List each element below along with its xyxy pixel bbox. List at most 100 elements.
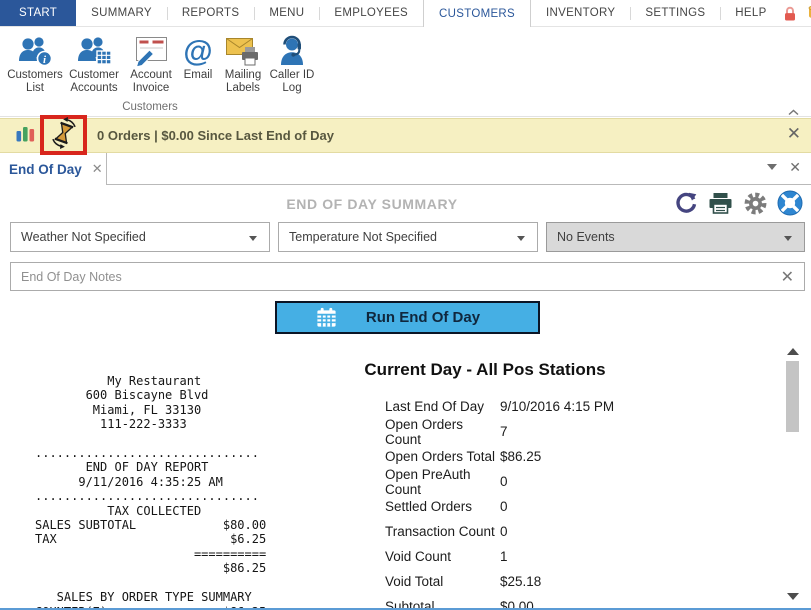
end-of-day-notes-input[interactable] (11, 263, 804, 290)
customers-list-icon: i (17, 33, 53, 69)
menu-menu[interactable]: MENU (254, 0, 319, 26)
stat-label: Open Orders Total (385, 449, 500, 464)
stat-label: Transaction Count (385, 524, 500, 539)
tabstrip-divider (107, 184, 811, 185)
temperature-dropdown-value: Temperature Not Specified (289, 230, 437, 244)
stat-label: Open PreAuth Count (385, 467, 500, 497)
events-dropdown-value: No Events (557, 230, 615, 244)
notification-message: 0 Orders | $0.00 Since Last End of Day (97, 128, 334, 143)
menu-summary[interactable]: SUMMARY (76, 0, 167, 26)
account-invoice-button[interactable]: Account Invoice (126, 31, 176, 95)
stat-row: Void Count1 (385, 544, 775, 569)
print-icon[interactable] (707, 191, 734, 215)
bar-chart-icon (16, 124, 35, 147)
ribbon-button-label: Email (184, 69, 213, 82)
mailing-labels-icon (225, 33, 261, 69)
run-button-label: Run End Of Day (338, 309, 508, 326)
stat-label: Subtotal (385, 599, 500, 610)
document-tabstrip: End Of Day ✕ ✕ (0, 153, 811, 185)
help-icon[interactable] (777, 190, 803, 216)
weather-dropdown-value: Weather Not Specified (21, 230, 146, 244)
run-end-of-day-button[interactable]: Run End Of Day (275, 301, 540, 334)
summary-toolbar (674, 190, 803, 216)
tabstrip-controls: ✕ (767, 162, 801, 172)
ribbon-button-label: Mailing Labels (220, 69, 266, 95)
stat-row: Open Orders Total$86.25 (385, 444, 775, 469)
customer-accounts-icon (76, 33, 112, 69)
stat-label: Settled Orders (385, 499, 500, 514)
orders-notification-bar: 0 Orders | $0.00 Since Last End of Day ✕ (0, 118, 811, 153)
stat-value: $0.00 (500, 599, 534, 610)
pos-application-window: START SUMMARY REPORTS MENU EMPLOYEES CUS… (0, 0, 811, 610)
tab-list-dropdown-icon[interactable] (767, 164, 777, 170)
tabstrip-close-icon[interactable]: ✕ (789, 162, 801, 172)
stat-row: Void Total$25.18 (385, 569, 775, 594)
temperature-dropdown[interactable]: Temperature Not Specified (278, 222, 538, 252)
customers-list-button[interactable]: i Customers List (8, 31, 62, 95)
ribbon-button-label: Customer Accounts (65, 69, 123, 95)
stat-value: $25.18 (500, 574, 541, 589)
stat-label: Last End Of Day (385, 399, 500, 414)
caller-id-log-icon (274, 33, 310, 69)
caller-id-log-button[interactable]: Caller ID Log (269, 31, 315, 95)
page-title: END OF DAY SUMMARY (0, 196, 744, 212)
svg-text:@: @ (183, 35, 212, 67)
ribbon-button-label: Customers List (7, 69, 63, 95)
tab-close-icon[interactable]: ✕ (92, 161, 103, 177)
scrollbar-up-arrow[interactable] (787, 348, 799, 355)
chevron-down-icon (249, 236, 257, 241)
end-of-day-receipt-preview: My Restaurant 600 Biscayne Blvd Miami, F… (35, 374, 266, 610)
stat-label: Void Total (385, 574, 500, 589)
current-day-stats: Last End Of Day9/10/2016 4:15 PM Open Or… (385, 394, 775, 610)
notes-field-container: ✕ (10, 262, 805, 291)
end-of-day-hourglass-icon[interactable] (46, 117, 82, 154)
stat-label: Void Count (385, 549, 500, 564)
stat-value: $86.25 (500, 449, 541, 464)
menubar-quick-icons: t (782, 0, 811, 26)
stat-value: 0 (500, 499, 508, 514)
customers-ribbon: i Customers List Customer Ac (0, 27, 811, 117)
menu-employees[interactable]: EMPLOYEES (319, 0, 423, 26)
ribbon-button-label: Account Invoice (126, 69, 176, 95)
menu-settings[interactable]: SETTINGS (630, 0, 720, 26)
ribbon-button-label: Caller ID Log (269, 69, 315, 95)
notification-close-icon[interactable]: ✕ (787, 124, 801, 144)
current-day-panel-title: Current Day - All Pos Stations (345, 360, 625, 380)
settings-gear-icon[interactable] (743, 191, 768, 216)
stat-value: 0 (500, 524, 508, 539)
main-menubar: START SUMMARY REPORTS MENU EMPLOYEES CUS… (0, 0, 811, 27)
stat-row: Open Orders Count7 (385, 419, 775, 444)
account-invoice-icon (133, 33, 169, 69)
red-annotation-highlight (40, 115, 87, 155)
email-button[interactable]: @ Email (179, 31, 217, 95)
chevron-down-icon (517, 236, 525, 241)
refresh-icon[interactable] (674, 191, 698, 215)
stat-row: Settled Orders0 (385, 494, 775, 519)
menu-inventory[interactable]: INVENTORY (531, 0, 630, 26)
stat-row: Open PreAuth Count0 (385, 469, 775, 494)
stat-label: Open Orders Count (385, 417, 500, 447)
menu-customers-active[interactable]: CUSTOMERS (423, 0, 531, 27)
customer-accounts-button[interactable]: Customer Accounts (65, 31, 123, 95)
stat-value: 1 (500, 549, 508, 564)
menu-start[interactable]: START (0, 0, 76, 26)
weather-dropdown[interactable]: Weather Not Specified (10, 222, 270, 252)
email-icon: @ (181, 33, 215, 69)
mailing-labels-button[interactable]: Mailing Labels (220, 31, 266, 95)
menu-reports[interactable]: REPORTS (167, 0, 254, 26)
stat-row: Last End Of Day9/10/2016 4:15 PM (385, 394, 775, 419)
menu-help[interactable]: HELP (720, 0, 781, 26)
stat-row: Transaction Count0 (385, 519, 775, 544)
notes-clear-icon[interactable]: ✕ (781, 267, 794, 287)
tab-label: End Of Day (9, 162, 82, 177)
scrollbar-down-arrow[interactable] (787, 593, 799, 600)
lock-icon[interactable] (782, 5, 798, 22)
tab-end-of-day[interactable]: End Of Day ✕ (0, 153, 107, 185)
scrollbar-thumb[interactable] (786, 361, 799, 432)
chevron-down-icon (784, 236, 792, 241)
ribbon-group-label: Customers (0, 101, 300, 113)
events-dropdown[interactable]: No Events (546, 222, 805, 252)
stat-row: Subtotal$0.00 (385, 594, 775, 610)
stat-value: 0 (500, 474, 508, 489)
database-sync-icon[interactable] (806, 4, 811, 22)
